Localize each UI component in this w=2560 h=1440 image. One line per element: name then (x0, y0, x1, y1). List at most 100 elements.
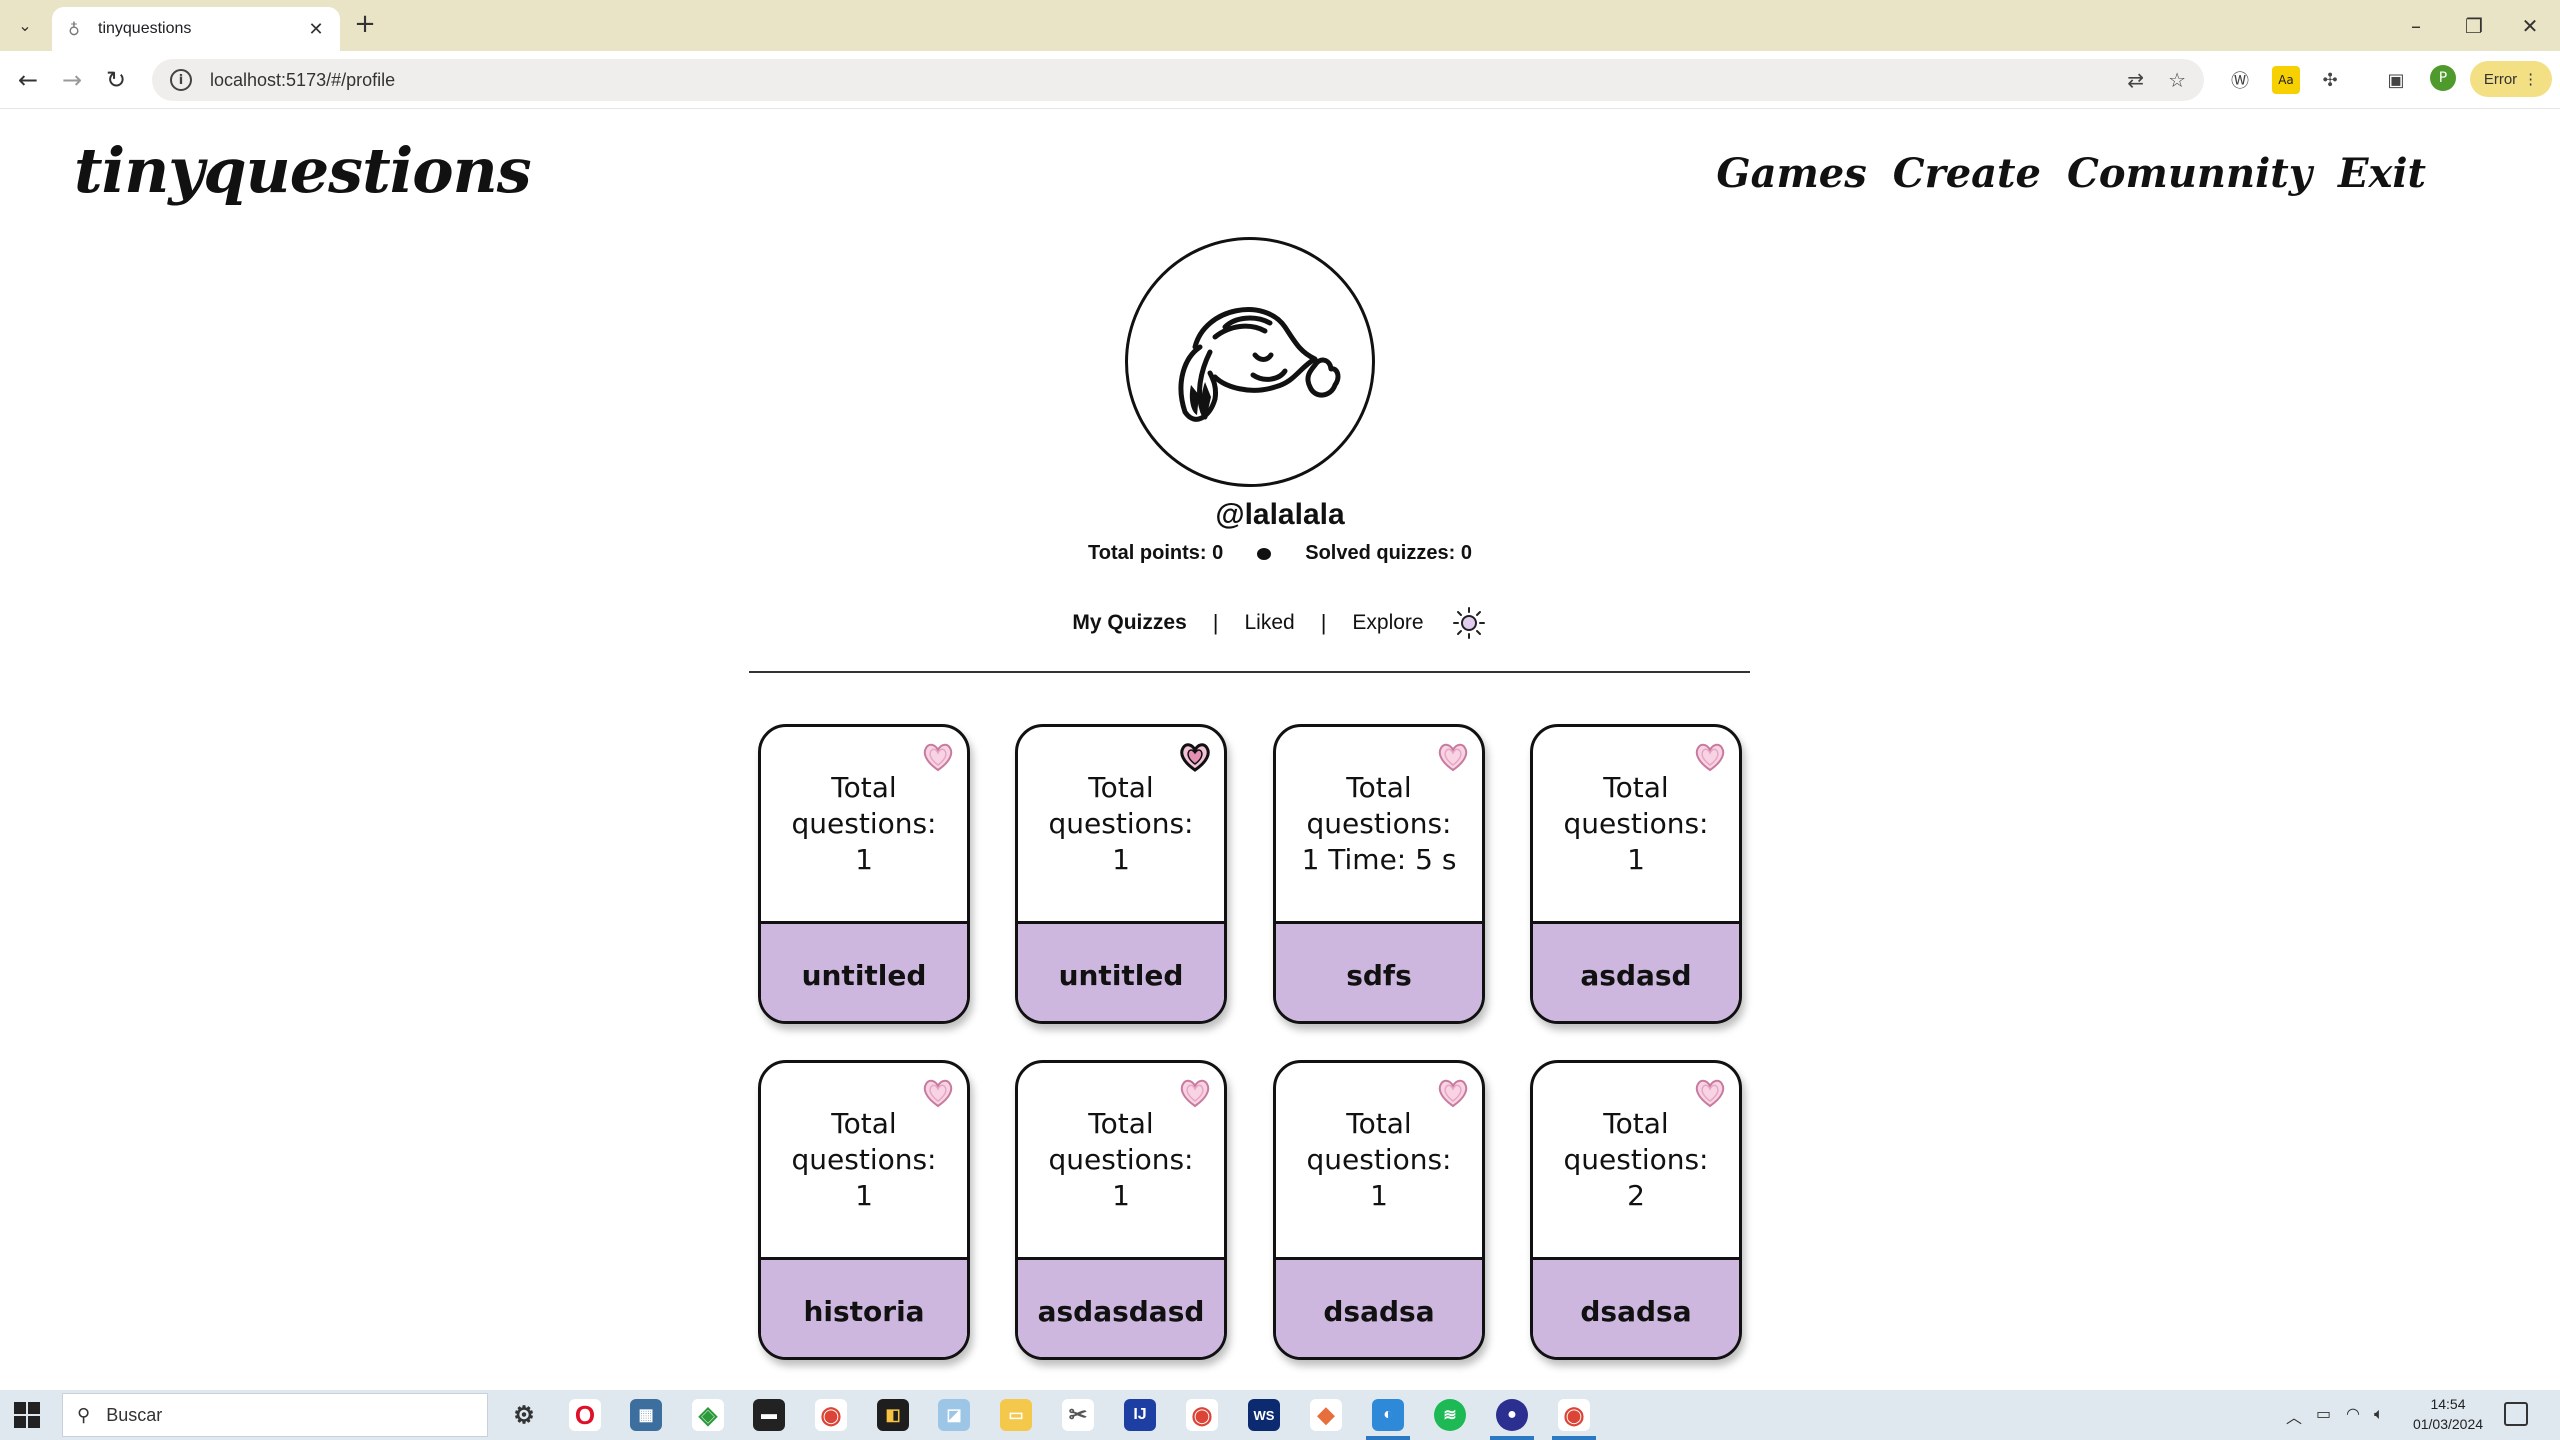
battery-icon[interactable]: ▭ (2316, 1404, 2331, 1423)
files-icon[interactable]: ◪ (938, 1399, 970, 1431)
back-arrow-icon[interactable]: ← (12, 64, 44, 96)
extensions-puzzle-icon[interactable]: ✣ (2316, 66, 2344, 94)
volume-icon[interactable]: 🔈︎ (2374, 1404, 2384, 1424)
bird-character-icon (1178, 307, 1341, 422)
clock-time: 14:54 (2430, 1396, 2466, 1412)
tab-my-quizzes[interactable]: My Quizzes (1072, 611, 1186, 635)
vpn-shield-icon[interactable]: ◈ (692, 1399, 724, 1431)
windows-start-icon[interactable] (14, 1402, 40, 1428)
like-heart-icon[interactable] (1436, 1077, 1470, 1109)
close-tab-icon[interactable]: ✕ (304, 19, 328, 40)
webstorm-icon[interactable]: WS (1248, 1399, 1280, 1431)
close-window-icon[interactable]: ✕ (2502, 0, 2558, 51)
tab-search-chevron-icon[interactable]: ⌄ (8, 10, 42, 40)
browser-tab-strip: ⌄ ♁ tinyquestions ✕ + – ❐ ✕ (0, 0, 2560, 51)
translate-icon[interactable]: ⇄ (2127, 68, 2144, 92)
browser-tab[interactable]: ♁ tinyquestions ✕ (52, 7, 340, 51)
wifi-icon[interactable]: ◠ (2346, 1404, 2360, 1423)
tab-separator: | (1320, 610, 1327, 635)
restore-icon[interactable]: ❐ (2446, 0, 2502, 51)
active-app-indicator (1552, 1436, 1596, 1440)
bookmark-star-icon[interactable]: ☆ (2168, 68, 2186, 92)
chrome-active-icon[interactable]: ◉ (1558, 1399, 1590, 1431)
tab-explore[interactable]: Explore (1352, 611, 1423, 635)
like-heart-icon[interactable] (1693, 1077, 1727, 1109)
tor-browser-icon[interactable]: ● (1496, 1399, 1528, 1431)
terminal-icon[interactable]: ▬ (753, 1399, 785, 1431)
nav-community[interactable]: Comunnity (2067, 150, 2312, 197)
tab-liked[interactable]: Liked (1244, 611, 1294, 635)
minimize-icon[interactable]: – (2388, 0, 2444, 51)
quiz-card[interactable]: Total questions: 1 asdasdasd (1015, 1060, 1227, 1360)
chrome-icon[interactable]: ◉ (815, 1399, 847, 1431)
reload-icon[interactable]: ↻ (100, 64, 132, 96)
quiz-card[interactable]: Total questions: 1 Time: 5 s sdfs (1273, 724, 1485, 1024)
solved-quizzes: Solved quizzes: 0 (1305, 542, 1472, 564)
quiz-card[interactable]: Total questions: 1 untitled (758, 724, 970, 1024)
dictionary-extension-icon[interactable]: Aa (2272, 66, 2300, 94)
liked-heart-icon[interactable] (1178, 741, 1212, 773)
browser-toolbar: ← → ↻ i localhost:5173/#/profile ⇄ ☆ (0, 51, 2560, 109)
tab-separator: | (1212, 610, 1219, 635)
nav-games[interactable]: Games (1716, 150, 1866, 197)
quiz-card[interactable]: Total questions: 1 asdasd (1530, 724, 1742, 1024)
tray-overflow-chevron-icon[interactable]: ︿ (2286, 1404, 2302, 1428)
quiz-card[interactable]: Total questions: 1 untitled (1015, 724, 1227, 1024)
profile-username: @lalalala (1215, 498, 1345, 531)
like-heart-icon[interactable] (1178, 1077, 1212, 1109)
address-bar[interactable]: i localhost:5173/#/profile ⇄ ☆ (152, 59, 2204, 101)
profile-page: tinyquestions Games Create Comunnity Exi… (0, 110, 2560, 1390)
taskbar-search[interactable]: ⚲ Buscar (62, 1393, 488, 1437)
edge-icon[interactable]: ◐ (1372, 1399, 1404, 1431)
site-logo[interactable]: tinyquestions (74, 134, 532, 207)
quiz-card[interactable]: Total questions: 1 historia (758, 1060, 970, 1360)
notification-center-icon[interactable] (2504, 1402, 2528, 1426)
browser-profile-avatar[interactable]: P (2430, 65, 2456, 91)
snipping-tool-icon[interactable]: ✂ (1062, 1399, 1094, 1431)
forward-arrow-icon[interactable]: → (56, 64, 88, 96)
like-heart-icon[interactable] (1436, 741, 1470, 773)
quiz-card-title: sdfs (1276, 921, 1482, 1021)
total-points: Total points: 0 (1088, 542, 1224, 564)
nav-create[interactable]: Create (1893, 150, 2041, 197)
nav-exit[interactable]: Exit (2338, 150, 2426, 197)
quiz-card-title: asdasdasd (1018, 1257, 1224, 1357)
active-app-indicator (1366, 1436, 1410, 1440)
quiz-card-title: untitled (761, 921, 967, 1021)
quiz-card-title: untitled (1018, 921, 1224, 1021)
quiz-card-title: dsadsa (1533, 1257, 1739, 1357)
chrome-profile-icon[interactable]: ◉ (1186, 1399, 1218, 1431)
favicon-icon: ♁ (68, 19, 80, 39)
intellij-icon[interactable]: IJ (1124, 1399, 1156, 1431)
like-heart-icon[interactable] (921, 1077, 955, 1109)
file-explorer-icon[interactable]: ▭ (1000, 1399, 1032, 1431)
sticky-notes-icon[interactable]: ◧ (877, 1399, 909, 1431)
error-label: Error (2483, 70, 2518, 88)
main-nav: Games Create Comunnity Exit (1716, 150, 2426, 197)
quiz-card-title: historia (761, 1257, 967, 1357)
error-status-button[interactable]: Error ⋮ (2470, 61, 2552, 97)
wordpress-extension-icon[interactable]: Ⓦ (2226, 66, 2254, 94)
spotify-icon[interactable]: ≋ (1434, 1399, 1466, 1431)
active-app-indicator (1490, 1436, 1534, 1440)
taskbar-search-placeholder: Buscar (106, 1404, 163, 1425)
side-panel-icon[interactable]: ▣ (2382, 66, 2410, 94)
search-icon: ⚲ (77, 1404, 91, 1425)
stats-separator-dot (1257, 547, 1272, 560)
tabs-divider (749, 671, 1750, 673)
settings-gear-icon[interactable]: ⚙ (508, 1399, 540, 1431)
quiz-card[interactable]: Total questions: 2 dsadsa (1530, 1060, 1742, 1360)
taskbar-clock[interactable]: 14:54 01/03/2024 (2408, 1394, 2488, 1434)
theme-toggle-sun-icon[interactable] (1450, 606, 1488, 640)
opera-icon[interactable]: O (569, 1399, 601, 1431)
address-url[interactable]: localhost:5173/#/profile (210, 70, 2103, 91)
quiz-card-title: asdasd (1533, 921, 1739, 1021)
site-info-icon[interactable]: i (170, 69, 192, 91)
like-heart-icon[interactable] (1693, 741, 1727, 773)
like-heart-icon[interactable] (921, 741, 955, 773)
git-kraken-icon[interactable]: ◆ (1310, 1399, 1342, 1431)
calculator-icon[interactable]: ▦ (630, 1399, 662, 1431)
menu-dots-icon: ⋮ (2523, 71, 2539, 88)
new-tab-plus-icon[interactable]: + (350, 10, 380, 40)
quiz-card[interactable]: Total questions: 1 dsadsa (1273, 1060, 1485, 1360)
